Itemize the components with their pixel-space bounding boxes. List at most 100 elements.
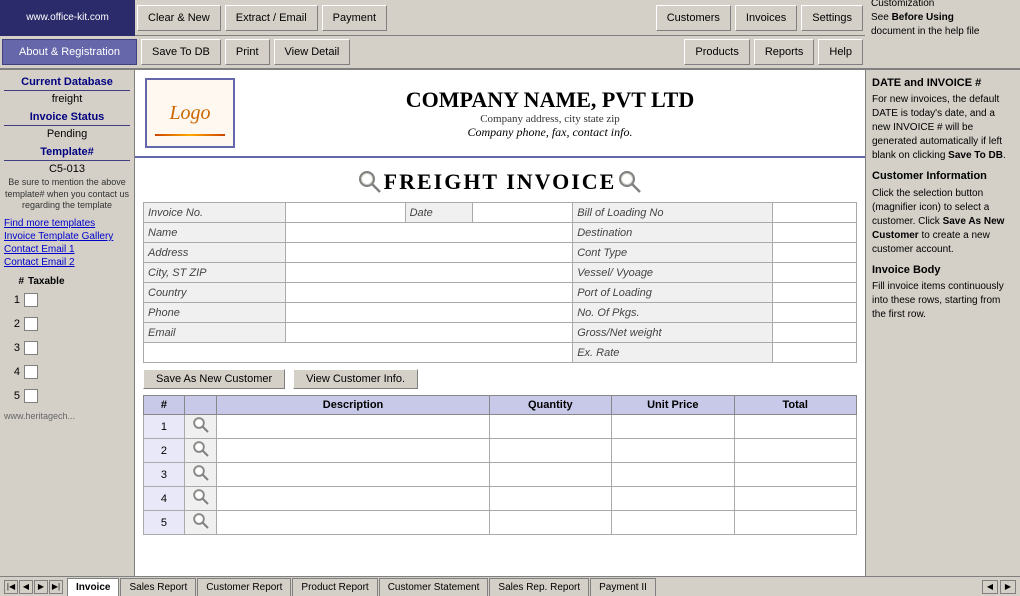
template-title: Template#	[4, 146, 130, 161]
price-input-1[interactable]	[612, 415, 734, 439]
customer-info-text: Click the selection button (magnifier ic…	[872, 187, 1014, 257]
qty-input-5[interactable]	[489, 511, 611, 535]
qty-input-2[interactable]	[489, 439, 611, 463]
reports-button[interactable]: Reports	[754, 39, 815, 65]
tab-scroll-left-button[interactable]: ◀	[982, 580, 998, 594]
taxable-checkbox-1[interactable]	[24, 293, 38, 307]
invoice-status-title: Invoice Status	[4, 111, 130, 126]
gross-label: Gross/Net weight	[573, 323, 773, 343]
company-name: COMPANY NAME, PVT LTD	[245, 87, 855, 113]
tab-customer-statement[interactable]: Customer Statement	[379, 578, 489, 596]
row-icon-1[interactable]	[184, 415, 217, 439]
desc-input-5[interactable]	[217, 511, 489, 535]
contact-email2-link[interactable]: Contact Email 2	[4, 257, 130, 268]
table-row: 5	[144, 511, 857, 535]
qty-input-4[interactable]	[489, 487, 611, 511]
logo-box: Logo	[145, 78, 235, 148]
pkgs-label: No. Of Pkgs.	[573, 303, 773, 323]
row-icon-4[interactable]	[184, 487, 217, 511]
taxable-checkbox-3[interactable]	[24, 341, 38, 355]
find-templates-link[interactable]: Find more templates	[4, 218, 130, 229]
price-input-3[interactable]	[612, 463, 734, 487]
cont-type-input[interactable]	[773, 243, 857, 263]
col-header-icon	[184, 396, 217, 415]
clear-new-button[interactable]: Clear & New	[137, 5, 221, 31]
main-container: Current Database freight Invoice Status …	[0, 70, 1020, 576]
magnifier-right-icon[interactable]	[616, 168, 644, 196]
tab-payment-ii[interactable]: Payment II	[590, 578, 656, 596]
logo-underline	[155, 134, 225, 136]
desc-input-4[interactable]	[217, 487, 489, 511]
desc-input-1[interactable]	[217, 415, 489, 439]
left-sidebar: Current Database freight Invoice Status …	[0, 70, 135, 576]
city-input[interactable]	[285, 263, 573, 283]
total-4	[734, 487, 857, 511]
destination-input[interactable]	[773, 223, 857, 243]
save-to-db-button[interactable]: Save To DB	[141, 39, 221, 65]
taxable-checkbox-2[interactable]	[24, 317, 38, 331]
company-info: COMPANY NAME, PVT LTD Company address, c…	[245, 87, 855, 140]
address-input[interactable]	[285, 243, 573, 263]
vessel-input[interactable]	[773, 263, 857, 283]
exrate-input[interactable]	[773, 343, 857, 363]
taxable-checkbox-4[interactable]	[24, 365, 38, 379]
tab-invoice[interactable]: Invoice	[67, 578, 119, 596]
invoices-button[interactable]: Invoices	[735, 5, 797, 31]
invoice-no-input[interactable]	[285, 203, 405, 223]
view-customer-info-button[interactable]: View Customer Info.	[293, 369, 418, 389]
name-input[interactable]	[285, 223, 573, 243]
bill-of-loading-input[interactable]	[773, 203, 857, 223]
print-button[interactable]: Print	[225, 39, 270, 65]
center-content: Logo COMPANY NAME, PVT LTD Company addre…	[135, 70, 865, 576]
row-icon-2[interactable]	[184, 439, 217, 463]
list-item: 2	[4, 313, 130, 335]
price-input-4[interactable]	[612, 487, 734, 511]
settings-button[interactable]: Settings	[801, 5, 863, 31]
tab-sales-rep-report[interactable]: Sales Rep. Report	[489, 578, 589, 596]
qty-input-1[interactable]	[489, 415, 611, 439]
save-as-new-customer-button[interactable]: Save As New Customer	[143, 369, 285, 389]
tab-last-button[interactable]: ▶|	[49, 580, 63, 594]
row-icon-5[interactable]	[184, 511, 217, 535]
qty-input-3[interactable]	[489, 463, 611, 487]
email-input[interactable]	[285, 323, 573, 343]
payment-button[interactable]: Payment	[322, 5, 387, 31]
tab-sales-report[interactable]: Sales Report	[120, 578, 196, 596]
list-item: 1	[4, 289, 130, 311]
products-button[interactable]: Products	[684, 39, 749, 65]
country-input[interactable]	[285, 283, 573, 303]
invoice-area: FREIGHT INVOICE Invoice No. Date Bill of…	[135, 158, 865, 576]
contact-email1-link[interactable]: Contact Email 1	[4, 244, 130, 255]
extract-email-button[interactable]: Extract / Email	[225, 5, 318, 31]
port-input[interactable]	[773, 283, 857, 303]
tab-navigation: |◀ ◀ ▶ ▶|	[4, 580, 63, 594]
pkgs-input[interactable]	[773, 303, 857, 323]
price-input-2[interactable]	[612, 439, 734, 463]
table-row: 1	[144, 415, 857, 439]
price-input-5[interactable]	[612, 511, 734, 535]
customer-info-title: Customer Information	[872, 169, 1014, 184]
magnifier-left-icon[interactable]	[356, 168, 384, 196]
taxable-header: Taxable	[28, 276, 65, 287]
tab-customer-report[interactable]: Customer Report	[197, 578, 291, 596]
tab-scroll-right-button[interactable]: ▶	[1000, 580, 1016, 594]
row-icon-3[interactable]	[184, 463, 217, 487]
date-input[interactable]	[473, 203, 573, 223]
view-detail-button[interactable]: View Detail	[274, 39, 351, 65]
customers-button[interactable]: Customers	[656, 5, 731, 31]
row-num-5: 5	[144, 511, 185, 535]
desc-input-3[interactable]	[217, 463, 489, 487]
exrate-label: Ex. Rate	[573, 343, 773, 363]
invoice-gallery-link[interactable]: Invoice Template Gallery	[4, 231, 130, 242]
taxable-checkbox-5[interactable]	[24, 389, 38, 403]
port-label: Port of Loading	[573, 283, 773, 303]
about-registration-button[interactable]: About & Registration	[2, 39, 137, 65]
tab-prev-button[interactable]: ◀	[19, 580, 33, 594]
help-button[interactable]: Help	[818, 39, 863, 65]
phone-input[interactable]	[285, 303, 573, 323]
tab-first-button[interactable]: |◀	[4, 580, 18, 594]
gross-input[interactable]	[773, 323, 857, 343]
tab-next-button[interactable]: ▶	[34, 580, 48, 594]
tab-product-report[interactable]: Product Report	[292, 578, 377, 596]
desc-input-2[interactable]	[217, 439, 489, 463]
